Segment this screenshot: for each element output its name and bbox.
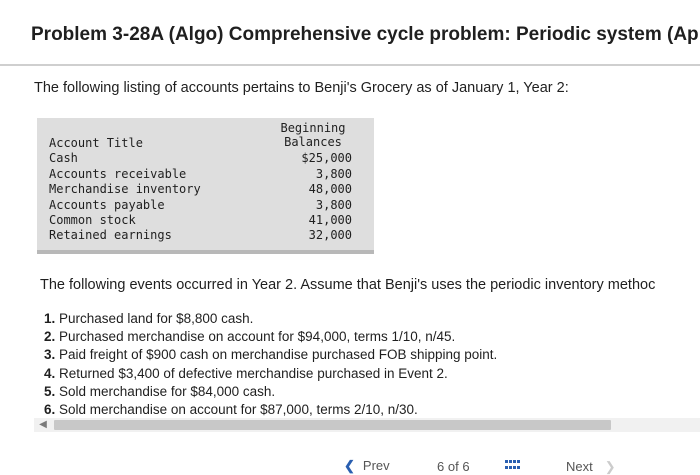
scrollbar-thumb[interactable]	[54, 420, 611, 430]
table-cell-value: 3,800	[315, 166, 352, 181]
prev-button[interactable]: ❮ Prev	[344, 458, 390, 474]
event-text: Sold merchandise on account for $87,000,…	[59, 401, 418, 417]
table-row: Accounts payable 3,800	[37, 198, 374, 213]
pagination-footer: ❮ Prev 6 of 6 Next ❯	[0, 450, 700, 474]
events-intro-text: The following events occurred in Year 2.…	[40, 277, 656, 293]
grid-icon[interactable]	[505, 460, 521, 470]
event-text: Purchased merchandise on account for $94…	[59, 329, 456, 345]
scroll-left-arrow-icon[interactable]: ◀	[34, 418, 52, 432]
list-item: 3. Paid freight of $900 cash on merchand…	[44, 346, 497, 364]
table-row: Common stock 41,000	[37, 213, 374, 228]
page-of: of	[447, 459, 459, 474]
table-row: Retained earnings 32,000	[37, 228, 374, 243]
table-cell-label: Retained earnings	[49, 228, 172, 243]
page-total: 6	[462, 459, 470, 474]
list-item: 1. Purchased land for $8,800 cash.	[44, 310, 497, 328]
event-number: 5.	[44, 383, 56, 399]
table-cell-value: 32,000	[308, 228, 352, 243]
event-number: 1.	[44, 311, 56, 326]
table-cell-value: 3,800	[315, 197, 352, 212]
event-number: 4.	[44, 365, 56, 381]
table-row: Account Title	[37, 136, 374, 151]
accounts-table: Beginning Balances Account Title Cash $2…	[37, 118, 374, 254]
horizontal-scrollbar[interactable]: ◀	[34, 418, 700, 432]
event-text: Sold merchandise for $84,000 cash.	[59, 383, 276, 399]
events-list: 1. Purchased land for $8,800 cash. 2. Pu…	[44, 310, 497, 419]
account-title-header: Account Title	[49, 136, 143, 150]
event-number: 3.	[44, 347, 56, 363]
table-cell-label: Cash	[49, 151, 78, 166]
next-label: Next	[566, 459, 593, 474]
prev-label: Prev	[362, 458, 390, 473]
table-row: Cash $25,000	[37, 151, 374, 166]
page-indicator[interactable]: 6 of 6	[437, 459, 470, 474]
table-row: Accounts receivable 3,800	[37, 167, 374, 182]
table-cell-value: 48,000	[308, 182, 352, 197]
chevron-right-icon: ❯	[604, 459, 616, 474]
list-item: 4. Returned $3,400 of defective merchand…	[44, 365, 497, 383]
table-cell-label: Accounts payable	[49, 197, 165, 212]
intro-text: The following listing of accounts pertai…	[34, 80, 569, 96]
table-cell-value: 41,000	[308, 212, 352, 227]
list-item: 2. Purchased merchandise on account for …	[44, 328, 497, 346]
event-text: Returned $3,400 of defective merchandise…	[59, 365, 448, 381]
event-text: Purchased land for $8,800 cash.	[59, 311, 254, 326]
chevron-left-icon: ❮	[344, 458, 355, 473]
event-number: 2.	[44, 329, 56, 345]
table-cell-label: Accounts receivable	[49, 166, 187, 181]
accounts-table-rows: Account Title Cash $25,000 Accounts rece…	[37, 136, 374, 244]
table-cell-value: $25,000	[301, 151, 352, 166]
table-row: Merchandise inventory 48,000	[37, 182, 374, 197]
table-cell-label: Merchandise inventory	[49, 182, 201, 197]
balance-header-line1: Beginning	[280, 121, 346, 135]
event-number: 6.	[44, 401, 56, 417]
table-cell-label: Common stock	[49, 212, 136, 227]
event-text: Paid freight of $900 cash on merchandise…	[59, 347, 498, 363]
page-title: Problem 3-28A (Algo) Comprehensive cycle…	[0, 0, 700, 66]
list-item: 6. Sold merchandise on account for $87,0…	[44, 401, 497, 419]
list-item: 5. Sold merchandise for $84,000 cash.	[44, 383, 497, 401]
page-current: 6	[437, 459, 445, 474]
